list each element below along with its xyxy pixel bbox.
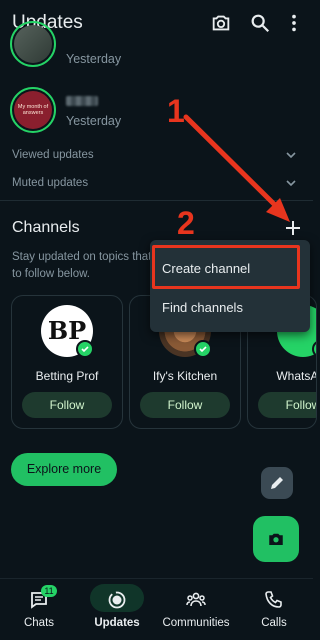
channel-name: Betting Prof — [35, 369, 99, 383]
phone-icon — [265, 591, 282, 608]
explore-more-button[interactable]: Explore more — [11, 453, 117, 486]
channel-name: WhatsApp — [276, 369, 317, 383]
nav-chats[interactable]: 11 Chats — [0, 579, 78, 640]
channels-heading: Channels — [12, 219, 80, 236]
camera-icon[interactable] — [210, 12, 232, 34]
follow-button[interactable]: Follow — [140, 392, 230, 418]
annotation-number-2: 2 — [177, 205, 195, 241]
status-avatar-text: My month of answers — [14, 91, 52, 129]
verified-icon — [194, 340, 212, 358]
text-status-button[interactable] — [261, 467, 293, 499]
verified-icon — [76, 340, 94, 358]
updates-icon — [108, 591, 126, 609]
more-options-icon[interactable] — [283, 12, 305, 34]
communities-icon — [186, 592, 206, 607]
unread-badge: 11 — [41, 585, 57, 597]
plus-icon[interactable] — [285, 220, 301, 236]
divider — [0, 200, 313, 201]
chevron-down-icon[interactable] — [285, 177, 297, 189]
follow-button[interactable]: Follow — [258, 392, 316, 418]
status-time: Yesterday — [66, 114, 122, 128]
bottom-navigation: 11 Chats Updates Communities Calls — [0, 578, 313, 640]
viewed-updates-toggle[interactable]: Viewed updates — [12, 149, 94, 161]
channel-name: Ify's Kitchen — [152, 369, 218, 383]
status-item[interactable]: Yesterday — [0, 21, 313, 83]
nav-label: Chats — [23, 617, 55, 629]
search-icon[interactable] — [249, 12, 271, 34]
verified-icon — [312, 340, 316, 358]
chevron-down-icon[interactable] — [285, 149, 297, 161]
camera-status-button[interactable] — [253, 516, 299, 562]
nav-calls[interactable]: Calls — [235, 579, 313, 640]
status-time: Yesterday — [66, 52, 122, 66]
follow-button[interactable]: Follow — [22, 392, 112, 418]
camera-icon — [269, 533, 283, 545]
pencil-icon — [271, 477, 283, 489]
nav-updates[interactable]: Updates — [78, 579, 156, 640]
status-contact-name-redacted — [66, 96, 98, 106]
nav-label: Calls — [261, 617, 287, 629]
annotation-highlight-box — [152, 245, 300, 289]
status-item[interactable]: My month of answers Yesterday — [0, 87, 313, 137]
find-channels-menu-item[interactable]: Find channels — [162, 300, 243, 315]
status-avatar: My month of answers — [10, 87, 56, 133]
nav-label: Communities — [162, 617, 230, 629]
nav-communities[interactable]: Communities — [157, 579, 235, 640]
channel-card[interactable]: BP Betting Prof Follow — [11, 295, 123, 429]
status-avatar — [10, 21, 56, 67]
muted-updates-toggle[interactable]: Muted updates — [12, 177, 88, 189]
nav-label: Updates — [94, 617, 140, 629]
annotation-number-1: 1 — [167, 93, 185, 129]
